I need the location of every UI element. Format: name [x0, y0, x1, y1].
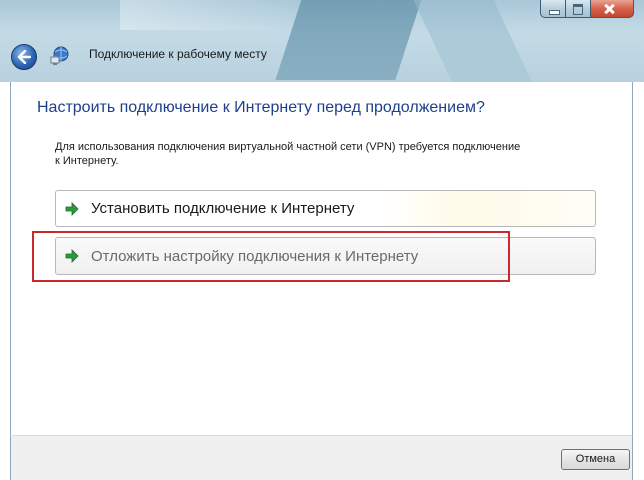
window-title: Подключение к рабочему месту	[89, 47, 267, 61]
cancel-button[interactable]: Отмена	[561, 449, 630, 470]
wizard-footer	[10, 435, 633, 480]
page-description: Для использования подключения виртуально…	[55, 141, 521, 167]
close-button[interactable]	[591, 0, 634, 18]
option-label: Установить подключение к Интернету	[91, 200, 355, 217]
minimize-button[interactable]	[540, 0, 566, 18]
back-button[interactable]	[11, 44, 37, 70]
back-arrow-icon	[17, 50, 31, 64]
setup-internet-connection-option[interactable]: Установить подключение к Интернету	[55, 190, 596, 227]
red-highlight-annotation	[32, 231, 510, 282]
maximize-button[interactable]	[566, 0, 591, 18]
glass-background-shape	[120, 0, 300, 30]
glass-background-shape	[404, 0, 536, 82]
page-heading: Настроить подключение к Интернету перед …	[37, 99, 485, 116]
green-arrow-icon	[65, 201, 79, 216]
network-wizard-icon	[50, 46, 69, 65]
window-caption-buttons	[540, 0, 634, 20]
